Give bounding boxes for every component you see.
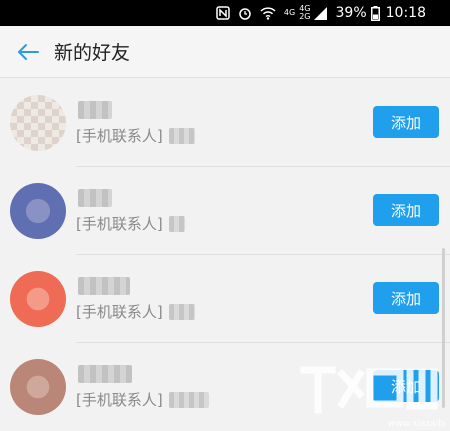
add-friend-button[interactable]: 添加	[373, 194, 439, 226]
network-type-primary: 4G	[284, 9, 295, 17]
add-friend-button[interactable]: 添加	[373, 282, 439, 314]
friend-request-row[interactable]: [手机联系人] 添加	[0, 255, 450, 343]
network-type-secondary: 4G 2G	[299, 5, 310, 21]
scrollbar[interactable]	[442, 248, 445, 408]
battery-icon	[371, 6, 380, 21]
contact-source: [手机联系人]	[76, 301, 195, 322]
contact-source: [手机联系人]	[76, 213, 185, 234]
contact-source-label: [手机联系人]	[76, 213, 163, 234]
friend-request-row[interactable]: [手机联系人] 添加	[0, 167, 450, 255]
contact-nickname-blurred	[169, 216, 185, 232]
avatar	[10, 271, 66, 327]
signal-icon	[314, 7, 328, 20]
contact-nickname-blurred	[169, 304, 195, 320]
contact-name-blurred	[78, 365, 132, 383]
back-button[interactable]	[2, 26, 54, 78]
contact-source: [手机联系人]	[76, 125, 195, 146]
contact-name-blurred	[78, 189, 112, 207]
add-friend-button[interactable]: 添加	[373, 370, 439, 402]
contact-source-label: [手机联系人]	[76, 125, 163, 146]
alarm-icon	[238, 6, 252, 20]
contact-name-blurred	[78, 277, 130, 295]
contact-source-label: [手机联系人]	[76, 389, 163, 410]
wifi-icon	[260, 7, 276, 20]
contact-source-label: [手机联系人]	[76, 301, 163, 322]
battery-percent: 39%	[336, 5, 367, 21]
nfc-icon	[216, 6, 230, 20]
contact-name-blurred	[78, 101, 112, 119]
back-arrow-icon	[17, 43, 39, 61]
app-header: 新的好友	[0, 26, 450, 78]
friend-request-list: [手机联系人] 添加 [手机联系人] 添加 [手机联系人] 添加 [手机联系人]	[0, 79, 450, 431]
clock: 10:18	[386, 5, 426, 21]
status-bar: 4G 4G 2G 39% 10:18	[0, 0, 450, 26]
avatar	[10, 183, 66, 239]
page-title: 新的好友	[54, 38, 130, 65]
contact-nickname-blurred	[169, 128, 195, 144]
avatar	[10, 359, 66, 415]
contact-source: [手机联系人]	[76, 389, 209, 410]
avatar	[10, 95, 66, 151]
add-friend-button[interactable]: 添加	[373, 106, 439, 138]
friend-request-row[interactable]: [手机联系人] 添加	[0, 343, 450, 431]
contact-nickname-blurred	[169, 392, 209, 408]
friend-request-row[interactable]: [手机联系人] 添加	[0, 79, 450, 167]
